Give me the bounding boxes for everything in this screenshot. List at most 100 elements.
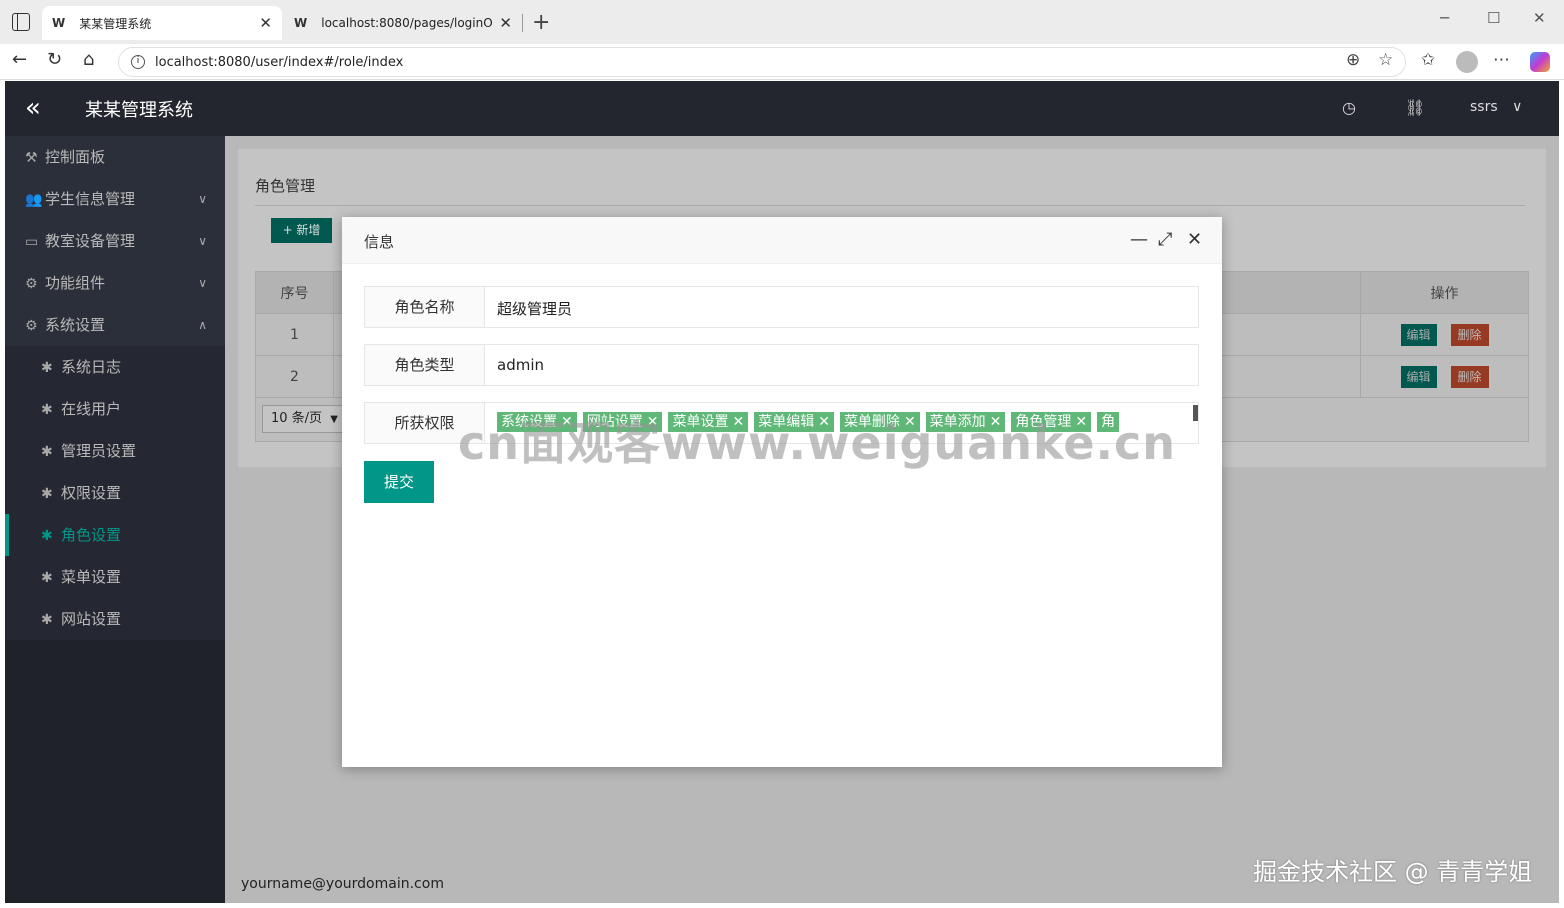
leaf-icon: ✱ <box>41 360 53 376</box>
user-menu[interactable]: ssrs ∨ <box>1470 99 1522 115</box>
user-name: ssrs <box>1470 99 1498 115</box>
leaf-icon: ✱ <box>41 444 53 460</box>
sidebar-item-classroom[interactable]: ▭ 教室设备管理 ∨ <box>5 220 225 262</box>
dialog-header: 信息 — ⤢ ✕ <box>342 217 1222 264</box>
copilot-icon[interactable] <box>1530 52 1550 72</box>
gear-icon: ⚙ <box>25 276 38 292</box>
browser-address-bar: ← ↻ ⌂ i localhost:8080/user/index#/role/… <box>0 44 1564 80</box>
sidebar-item-label: 学生信息管理 <box>45 190 136 208</box>
tab-favicon: W <box>52 16 66 30</box>
minimize-window-icon[interactable]: ─ <box>1440 9 1449 27</box>
sidebar-item-components[interactable]: ⚙ 功能组件 ∨ <box>5 262 225 304</box>
collapse-sidebar-icon[interactable]: « <box>25 93 41 123</box>
tab-close-icon[interactable]: ✕ <box>259 14 272 32</box>
sidebar-subitem-permissions[interactable]: ✱ 权限设置 <box>5 472 225 514</box>
edit-button[interactable]: 编辑 <box>1400 365 1437 388</box>
tab-title: 某某管理系统 <box>79 16 152 31</box>
sidebar-item-label: 教室设备管理 <box>45 232 136 250</box>
sidebar-item-label: 系统设置 <box>45 316 106 334</box>
role-name-row: 角色名称 超级管理员 <box>364 286 1199 328</box>
back-icon[interactable]: ← <box>12 49 27 70</box>
row-actions: 编辑 删除 <box>1360 355 1529 398</box>
leaf-icon: ✱ <box>41 612 53 628</box>
chevron-down-icon: ∨ <box>198 276 207 290</box>
sidebar-subitem-logs[interactable]: ✱ 系统日志 <box>5 346 225 388</box>
submit-button[interactable]: 提交 <box>364 461 434 503</box>
tab-active[interactable]: W 某某管理系统 ✕ <box>42 6 282 40</box>
clock-icon[interactable]: ◷ <box>1342 98 1356 117</box>
url-field[interactable]: i localhost:8080/user/index#/role/index <box>118 47 1406 77</box>
gear-icon: ⚙ <box>25 318 38 334</box>
role-type-label: 角色类型 <box>365 345 485 385</box>
tab-favicon: W <box>294 16 308 30</box>
tab-actions-icon[interactable] <box>12 13 30 31</box>
sidebar-subitem-menus[interactable]: ✱ 菜单设置 <box>5 556 225 598</box>
corner-watermark: 掘金技术社区 @ 青青学姐 <box>1253 858 1533 886</box>
app-header: « 某某管理系统 ◷ ⛓ ssrs ∨ <box>5 81 1559 136</box>
chevron-down-icon: ∨ <box>198 192 207 206</box>
leaf-icon: ✱ <box>41 486 53 502</box>
sidebar-item-label: 角色设置 <box>61 526 122 544</box>
close-dialog-icon[interactable]: ✕ <box>1187 229 1202 250</box>
profile-avatar[interactable] <box>1456 51 1478 73</box>
chevron-down-icon: ∨ <box>198 234 207 248</box>
sidebar-subitem-admins[interactable]: ✱ 管理员设置 <box>5 430 225 472</box>
column-header: 操作 <box>1360 271 1529 314</box>
sidebar-item-label: 管理员设置 <box>61 442 137 460</box>
sidebar-subitem-roles[interactable]: ✱ 角色设置 <box>5 514 225 556</box>
sidebar-item-label: 在线用户 <box>61 400 122 418</box>
sidebar-subitem-online-users[interactable]: ✱ 在线用户 <box>5 388 225 430</box>
tab-close-icon[interactable]: ✕ <box>499 14 512 32</box>
edit-button[interactable]: 编辑 <box>1400 323 1437 346</box>
minimize-dialog-icon[interactable]: — <box>1130 229 1148 250</box>
tags-scrollbar[interactable] <box>1193 405 1198 421</box>
row-index: 2 <box>255 355 334 398</box>
monitor-icon: ▭ <box>25 234 39 250</box>
leaf-icon: ✱ <box>41 570 53 586</box>
add-role-button[interactable]: + 新增 <box>271 218 332 243</box>
tab-separator <box>522 14 523 32</box>
divider <box>255 205 1525 206</box>
page-size-select[interactable]: 10 条/页 ▼ <box>262 405 344 433</box>
dashboard-icon: ⚒ <box>25 150 38 166</box>
sidebar-subitem-website[interactable]: ✱ 网站设置 <box>5 598 225 640</box>
row-actions: 编辑 删除 <box>1360 313 1529 356</box>
users-icon: 👥 <box>25 192 43 208</box>
delete-button[interactable]: 删除 <box>1450 323 1489 346</box>
close-window-icon[interactable]: ✕ <box>1533 9 1546 27</box>
role-name-label: 角色名称 <box>365 287 485 327</box>
leaf-icon: ✱ <box>41 402 53 418</box>
chevron-down-icon: ▼ <box>330 414 338 425</box>
page-title: 角色管理 <box>255 177 316 195</box>
home-icon[interactable]: ⌂ <box>83 49 94 70</box>
link-icon[interactable]: ⛓ <box>1405 98 1425 117</box>
maximize-window-icon[interactable]: ☐ <box>1487 9 1500 27</box>
sidebar-item-label: 网站设置 <box>61 610 122 628</box>
site-info-icon[interactable]: i <box>131 55 145 69</box>
role-type-input[interactable]: admin <box>497 356 544 374</box>
role-type-row: 角色类型 admin <box>364 344 1199 386</box>
sidebar-item-students[interactable]: 👥 学生信息管理 ∨ <box>5 178 225 220</box>
sidebar-item-label: 控制面板 <box>45 148 106 166</box>
sidebar-menu: ⚒ 控制面板 👥 学生信息管理 ∨ ▭ 教室设备管理 ∨ ⚙ 功能组件 ∨ ⚙ 系统设置 … <box>5 136 225 640</box>
role-name-input[interactable]: 超级管理员 <box>497 298 572 319</box>
favorites-icon[interactable]: ✩ <box>1421 50 1435 70</box>
favorite-star-icon[interactable]: ☆ <box>1378 50 1393 70</box>
sidebar-item-label: 功能组件 <box>45 274 106 292</box>
browser-tab-bar: W 某某管理系统 ✕ W localhost:8080/pages/loginO… <box>0 0 1564 44</box>
chevron-down-icon: ∨ <box>1512 99 1523 115</box>
sidebar-item-dashboard[interactable]: ⚒ 控制面板 <box>5 136 225 178</box>
new-tab-icon[interactable]: + <box>532 10 550 35</box>
delete-button[interactable]: 删除 <box>1450 365 1489 388</box>
sidebar-item-label: 菜单设置 <box>61 568 122 586</box>
reload-icon[interactable]: ↻ <box>47 49 62 70</box>
url-text: localhost:8080/user/index#/role/index <box>155 54 404 70</box>
tab-inactive[interactable]: W localhost:8080/pages/loginOrReg ✕ <box>284 6 522 40</box>
sidebar: ⚒ 控制面板 👥 学生信息管理 ∨ ▭ 教室设备管理 ∨ ⚙ 功能组件 ∨ ⚙ 系统设置 … <box>5 136 225 903</box>
sidebar-item-system[interactable]: ⚙ 系统设置 ∧ <box>5 304 225 346</box>
more-icon[interactable]: ⋯ <box>1493 50 1510 70</box>
leaf-icon: ✱ <box>41 528 53 544</box>
maximize-dialog-icon[interactable]: ⤢ <box>1158 229 1172 250</box>
overlay-watermark: cn面观客www.weiguanke.cn <box>458 416 1177 470</box>
zoom-icon[interactable]: ⊕ <box>1346 50 1360 70</box>
